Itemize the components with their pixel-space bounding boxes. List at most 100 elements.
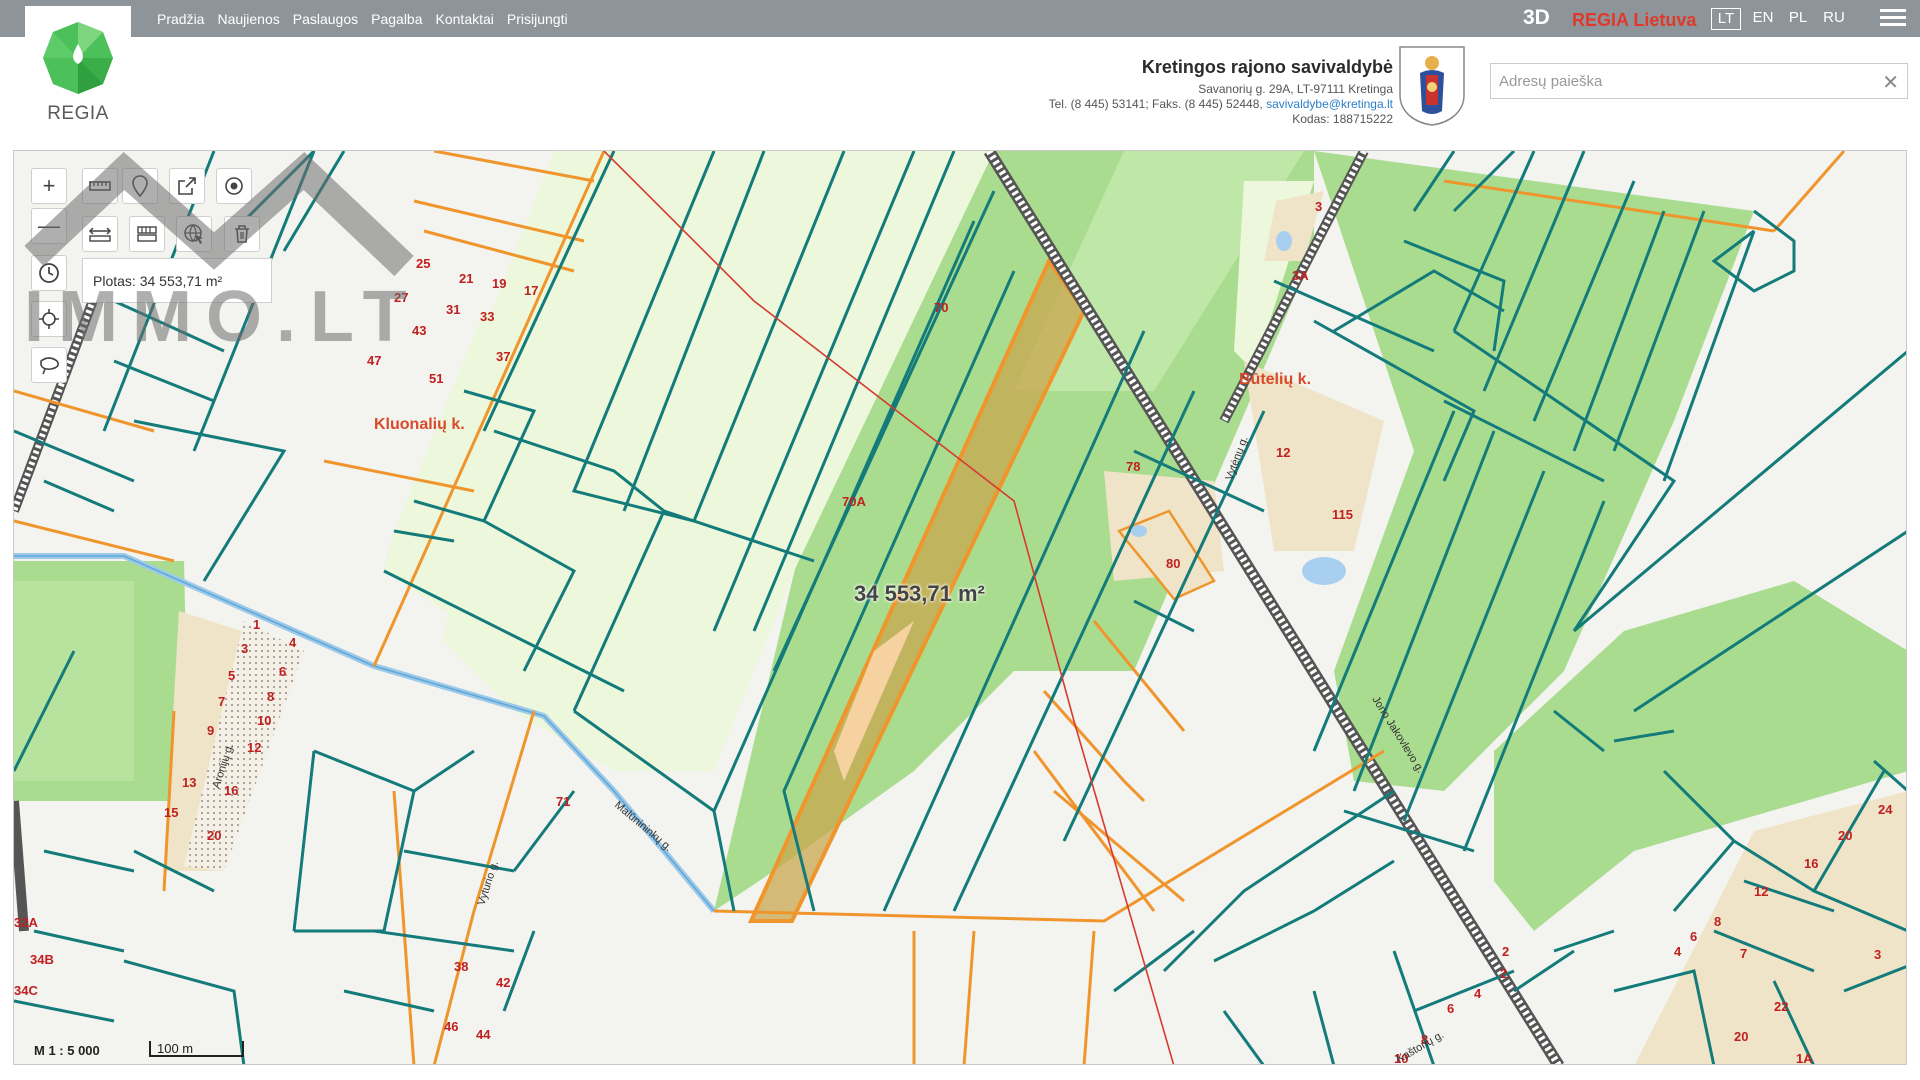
map-scale-bar: 100 m bbox=[149, 1041, 244, 1057]
parcel-number: 6 bbox=[1690, 929, 1697, 944]
place-name-kluonaliu: Kluonalių k. bbox=[374, 416, 465, 433]
parcel-number: 3 bbox=[1315, 199, 1322, 214]
lang-en[interactable]: EN bbox=[1748, 8, 1778, 30]
pond-80 bbox=[1131, 525, 1147, 537]
place-name-buteliu: Būtelių k. bbox=[1239, 371, 1311, 388]
parcel-number: 1A bbox=[1796, 1051, 1813, 1065]
regia-lietuva-link[interactable]: REGIA Lietuva bbox=[1572, 10, 1696, 31]
parcel-number: 70A bbox=[842, 494, 866, 509]
map-scale-ratio: M 1 : 5 000 bbox=[34, 1043, 100, 1058]
parcel-number: 9 bbox=[207, 723, 214, 738]
pond-3 bbox=[1276, 231, 1292, 251]
hamburger-menu-icon[interactable] bbox=[1880, 9, 1906, 29]
municipality-address: Savanorių g. 29A, LT-97111 Kretinga bbox=[1198, 82, 1393, 96]
watermark-roof-icon bbox=[24, 151, 414, 277]
parcel-number: 2 bbox=[1502, 944, 1509, 959]
nav-contacts[interactable]: Kontaktai bbox=[436, 11, 494, 27]
3d-button[interactable]: 3D bbox=[1523, 6, 1550, 30]
municipality-email[interactable]: savivaldybe@kretinga.lt bbox=[1266, 97, 1393, 111]
parcel-number: 38 bbox=[454, 959, 468, 974]
parcel-number: 21 bbox=[459, 271, 473, 286]
built-area-buteliai bbox=[1244, 361, 1384, 551]
parcel-number: 4 bbox=[1474, 986, 1482, 1001]
parcel-number: 70 bbox=[934, 300, 948, 315]
street-name: Malūnininkų g. bbox=[612, 799, 674, 854]
selected-area-label: 34 553,71 m² bbox=[854, 581, 985, 606]
parcel-number: 34B bbox=[30, 952, 54, 967]
parcel-number: 80 bbox=[1166, 556, 1180, 571]
parcel-number: 34C bbox=[14, 983, 38, 998]
parcel-number: 44 bbox=[476, 1027, 491, 1042]
lang-lt[interactable]: LT bbox=[1711, 8, 1741, 30]
railway-southwest bbox=[14, 800, 29, 932]
lang-ru[interactable]: RU bbox=[1819, 8, 1849, 30]
municipality-info: Kretingos rajono savivaldybė Savanorių g… bbox=[1049, 57, 1393, 127]
parcel-number: 12 bbox=[1754, 884, 1768, 899]
parcel-number: 8 bbox=[1714, 914, 1721, 929]
municipality-phone: Tel. (8 445) 53141; Faks. (8 445) 52448, bbox=[1048, 97, 1267, 111]
parcel-number: 10 bbox=[257, 713, 271, 728]
parcel-number: 20 bbox=[1838, 828, 1852, 843]
parcel-number: 1 bbox=[253, 617, 260, 632]
parcel-number: 20 bbox=[207, 828, 221, 843]
parcel-number: 2 bbox=[1500, 966, 1507, 981]
nav-help[interactable]: Pagalba bbox=[371, 11, 422, 27]
parcel-number: 15 bbox=[164, 805, 178, 820]
parcel-number: 12 bbox=[247, 740, 261, 755]
parcel-number: 3A bbox=[1292, 268, 1309, 283]
nav-services[interactable]: Paslaugos bbox=[293, 11, 358, 27]
parcel-number: 115 bbox=[1332, 507, 1353, 522]
top-navigation-bar: Pradžia Naujienos Paslaugos Pagalba Kont… bbox=[0, 0, 1920, 37]
parcel-number: 78 bbox=[1126, 459, 1140, 474]
parcel-number: 3 bbox=[241, 641, 248, 656]
street-name: Vyturio g. bbox=[475, 859, 501, 907]
parcel-number: 37 bbox=[496, 349, 510, 364]
main-nav: Pradžia Naujienos Paslaugos Pagalba Kont… bbox=[157, 0, 568, 37]
parcel-number: 13 bbox=[182, 775, 196, 790]
parcel-number: 46 bbox=[444, 1019, 458, 1034]
parcel-number: 16 bbox=[1804, 856, 1818, 871]
parcel-number: 6 bbox=[1447, 1001, 1454, 1016]
map-canvas[interactable]: 25 21 19 17 27 31 33 43 37 47 51 70 70A … bbox=[13, 150, 1907, 1065]
lang-pl[interactable]: PL bbox=[1783, 8, 1813, 30]
parcel-number: 31 bbox=[446, 302, 460, 317]
parcel-number: 8 bbox=[267, 689, 274, 704]
watermark-text: IMMO.LT bbox=[24, 277, 421, 356]
parcel-number: 5 bbox=[228, 668, 235, 683]
parcel-number: 16 bbox=[224, 783, 238, 798]
forest-area-west-inner bbox=[14, 581, 134, 781]
parcel-number: 4 bbox=[1674, 944, 1682, 959]
parcel-number: 71 bbox=[556, 794, 570, 809]
address-search-box: ✕ bbox=[1490, 63, 1908, 99]
municipality-code: Kodas: 188715222 bbox=[1292, 112, 1393, 126]
parcel-number: 6 bbox=[279, 664, 286, 679]
municipality-contacts: Tel. (8 445) 53141; Faks. (8 445) 52448,… bbox=[1049, 97, 1393, 112]
nav-news[interactable]: Naujienos bbox=[217, 11, 279, 27]
lasso-icon bbox=[40, 357, 59, 375]
parcel-number: 24 bbox=[1878, 802, 1893, 817]
nav-home[interactable]: Pradžia bbox=[157, 11, 204, 27]
parcel-number: 4 bbox=[289, 635, 297, 650]
parcel-number: 12 bbox=[1276, 445, 1290, 460]
regia-logo-icon bbox=[43, 22, 113, 94]
parcel-number: 22 bbox=[1774, 999, 1788, 1014]
parcel-number: 51 bbox=[429, 371, 443, 386]
municipality-title: Kretingos rajono savivaldybė bbox=[1141, 57, 1393, 77]
parcel-number: 19 bbox=[492, 276, 506, 291]
regia-logo[interactable]: REGIA bbox=[25, 6, 131, 131]
immo-watermark: IMMO.LT bbox=[24, 151, 421, 356]
parcel-number: 7 bbox=[218, 694, 225, 709]
regia-logo-text: REGIA bbox=[47, 103, 109, 124]
coat-of-arms-icon bbox=[1399, 46, 1465, 126]
parcel-number: 3 bbox=[1874, 947, 1881, 962]
parcel-number: 17 bbox=[524, 283, 538, 298]
parcel-number: 42 bbox=[496, 975, 510, 990]
parcel-number: 7 bbox=[1740, 946, 1747, 961]
address-search-input[interactable] bbox=[1491, 64, 1871, 98]
search-clear-icon[interactable]: ✕ bbox=[1882, 70, 1899, 95]
parcel-number: 32A bbox=[14, 915, 38, 930]
pond-east bbox=[1302, 557, 1346, 585]
parcel-number: 20 bbox=[1734, 1029, 1748, 1044]
nav-login[interactable]: Prisijungti bbox=[507, 11, 568, 27]
parcel-number: 33 bbox=[480, 309, 494, 324]
